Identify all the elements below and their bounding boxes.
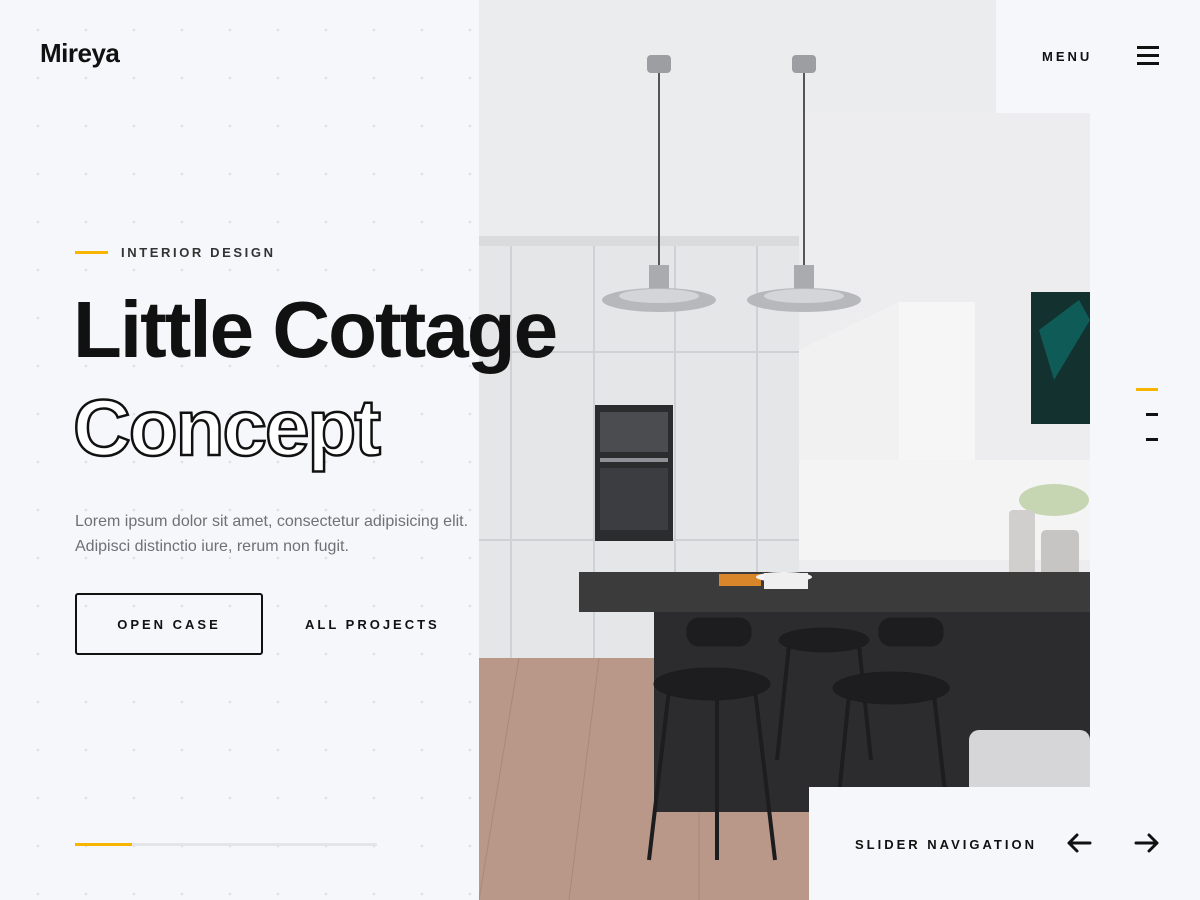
arrow-right-icon[interactable] (1134, 830, 1160, 856)
hero-description-line1: Lorem ipsum dolor sit amet, consectetur … (75, 513, 469, 530)
hero-description: Lorem ipsum dolor sit amet, consectetur … (75, 509, 535, 559)
slider-navigation-label: SLIDER NAVIGATION (855, 837, 1037, 852)
hero-eyebrow: INTERIOR DESIGN (75, 245, 276, 260)
hero-title-line1: Little Cottage (73, 285, 558, 374)
slide-pager (1136, 388, 1158, 463)
hero-title-line2: Concept (72, 383, 383, 472)
hero-kitchen-image (479, 0, 1090, 900)
hamburger-icon[interactable] (1137, 46, 1159, 66)
accent-bar (75, 251, 108, 254)
open-case-button[interactable]: OPEN CASE (75, 593, 263, 655)
slide-indicator-2[interactable] (1146, 413, 1158, 416)
brand-logo[interactable]: Mireya (40, 38, 120, 69)
eyebrow-text: INTERIOR DESIGN (121, 245, 276, 260)
menu-label[interactable]: MENU (1042, 49, 1092, 64)
slide-indicator-1[interactable] (1136, 388, 1158, 391)
menu-panel (996, 0, 1200, 113)
all-projects-link[interactable]: ALL PROJECTS (305, 617, 440, 632)
arrow-left-icon[interactable] (1066, 830, 1092, 856)
slide-indicator-3[interactable] (1146, 438, 1158, 441)
slide-progress-track (75, 843, 377, 846)
slide-progress-fill (75, 843, 133, 846)
hero-description-line2: Adipisci distinctio iure, rerum non fugi… (75, 538, 349, 555)
